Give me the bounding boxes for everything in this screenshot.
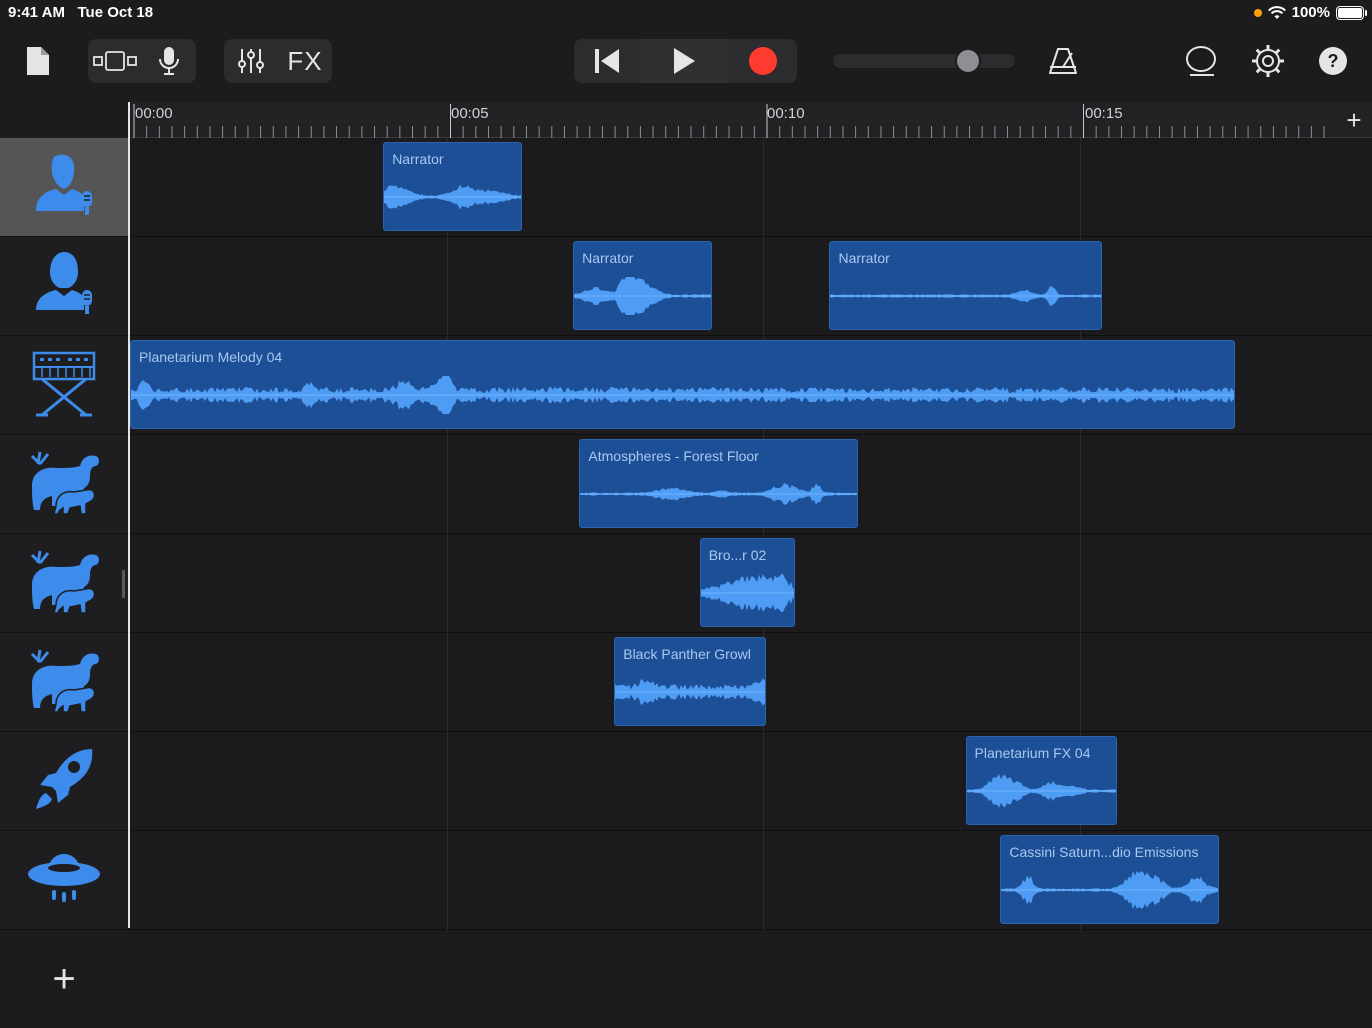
master-volume-slider[interactable] [833,48,1015,74]
region-name: Atmospheres - Forest Floor [588,448,759,464]
svg-text:?: ? [1328,51,1339,71]
grid-line [446,138,448,930]
track-header-3[interactable] [0,336,128,435]
help-button[interactable]: ? [1316,39,1350,83]
track-header-1[interactable] [0,138,128,237]
waveform [384,184,522,210]
record-icon [748,47,777,75]
region-name: Planetarium Melody 04 [139,349,283,365]
male-voice-icon [28,149,100,226]
waveform [580,482,857,506]
region-name: Narrator [838,250,890,266]
go-to-beginning-button[interactable] [574,39,640,83]
ruler-label-5: 00:05 [451,105,489,122]
ufo-icon [24,842,104,919]
battery-percent: 100% [1291,4,1330,21]
region-name: Planetarium FX 04 [974,745,1091,761]
waveform [830,286,1101,306]
waveform [966,774,1117,808]
transport-controls [574,39,797,83]
timeline-ruler[interactable]: 00:00 00:05 00:10 00:15 + [128,102,1372,138]
keyboard-icon [28,347,100,424]
track-controls-button[interactable] [224,39,278,83]
waveform [131,376,1234,414]
gear-icon [1252,45,1284,77]
audio-region[interactable]: Narrator [383,142,523,231]
fx-button[interactable]: FX [278,39,332,83]
track-header-8[interactable] [0,831,128,930]
playhead[interactable] [128,102,130,928]
metronome-button[interactable] [1044,39,1082,83]
region-name: Narrator [582,250,634,266]
track-header-5[interactable] [0,534,128,633]
track-lane[interactable] [128,138,1372,237]
metronome-icon [1049,48,1077,74]
document-icon [27,47,49,75]
status-right: 100% [1253,4,1367,21]
loop-browser-button[interactable] [1182,39,1220,83]
microphone-icon [159,47,179,75]
track-header-2[interactable] [0,237,128,336]
waveform [700,574,794,612]
track-lane[interactable] [128,237,1372,336]
ruler-label-15: 00:15 [1085,105,1123,122]
mix-controls: FX [224,39,332,83]
record-input-button[interactable] [142,39,196,83]
tracks-view-button[interactable] [88,39,142,83]
audio-region[interactable]: Narrator [829,241,1102,330]
view-controls [88,39,196,83]
audio-region[interactable]: Planetarium FX 04 [965,736,1118,825]
ruler-ticks [133,104,1325,138]
status-time: 9:41 AM Tue Oct 18 [8,4,154,21]
animals-icon [26,545,102,622]
volume-slider-knob[interactable] [954,48,981,74]
animals-icon [26,446,102,523]
play-icon [674,48,695,74]
skip-back-icon [595,49,619,73]
privacy-indicator-icon [1253,8,1262,17]
track-header-6[interactable] [0,633,128,732]
audio-region[interactable]: Black Panther Growl [614,637,767,726]
ruler-label-10: 00:10 [767,105,805,122]
region-name: Narrator [392,151,444,167]
audio-region[interactable]: Cassini Saturn...dio Emissions [1000,835,1219,924]
track-header-7[interactable] [0,732,128,831]
mixer-sliders-icon [238,49,264,73]
audio-region[interactable]: Narrator [573,241,713,330]
waveform [615,678,766,706]
rocket-icon [28,743,100,820]
add-track-button[interactable]: + [0,930,128,1028]
audio-region[interactable]: Bro...r 02 [699,538,795,627]
ruler-label-0: 00:00 [135,105,173,122]
add-section-button[interactable]: + [1336,102,1372,138]
waveform [574,277,712,315]
tracks-area[interactable]: Narrator Narrator Narrator Planetarium Melo… [128,138,1372,1028]
audio-region[interactable]: Planetarium Melody 04 [130,340,1235,429]
help-icon: ? [1319,47,1347,75]
waveform [1001,871,1218,909]
tracks-view-icon [93,51,137,71]
resize-handle[interactable] [122,570,125,598]
my-songs-button[interactable] [20,39,56,83]
play-button[interactable] [640,39,728,83]
female-voice-icon [28,248,100,325]
settings-button[interactable] [1249,39,1287,83]
wifi-icon [1267,5,1286,19]
region-name: Bro...r 02 [708,547,767,563]
fx-label: FX [287,45,323,76]
region-name: Cassini Saturn...dio Emissions [1009,844,1199,860]
record-button[interactable] [728,39,797,83]
battery-icon [1336,5,1367,20]
toolbar: FX ? [0,26,1372,102]
audio-region[interactable]: Atmospheres - Forest Floor [579,439,858,528]
region-name: Black Panther Growl [623,646,751,662]
grid-line [763,138,764,930]
loop-icon [1186,46,1216,76]
status-bar: 9:41 AM Tue Oct 18 100% [0,0,1372,26]
animals-icon [26,644,102,721]
track-header-4[interactable] [0,435,128,534]
track-lane[interactable] [128,732,1372,831]
track-headers: + [0,138,128,1028]
